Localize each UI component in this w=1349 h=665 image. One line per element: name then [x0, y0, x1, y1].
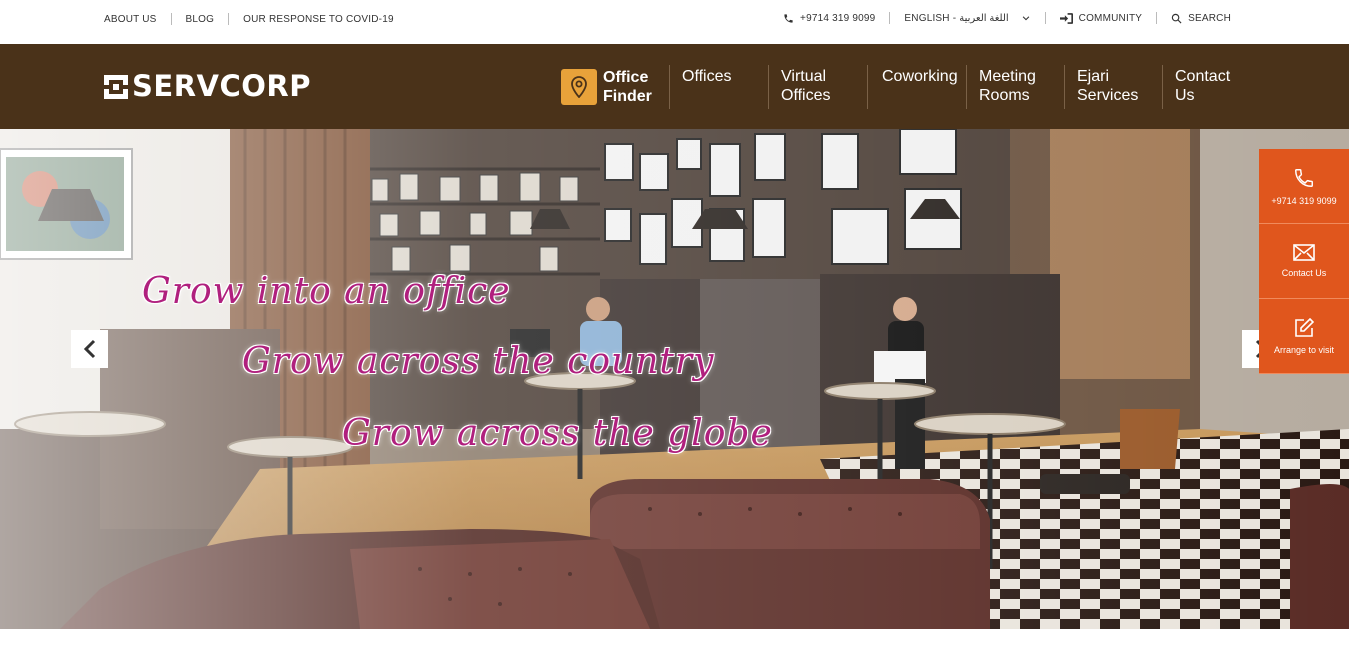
- phone-link[interactable]: +9714 319 9099: [783, 13, 875, 24]
- hero-headline-3: Grow across the globe: [342, 413, 773, 454]
- hero-headline-1: Grow into an office: [142, 271, 511, 312]
- search-icon: [1171, 13, 1182, 23]
- primary-nav: Office Finder Offices Virtual Offices Co…: [561, 65, 1243, 109]
- top-utility-bar: ABOUT US BLOG OUR RESPONSE TO COVID-19 +…: [0, 0, 1349, 44]
- phone-icon: [1295, 168, 1313, 187]
- community-link[interactable]: COMMUNITY: [1059, 12, 1143, 24]
- office-finder-label: Office Finder: [603, 69, 652, 105]
- nav-contact-us[interactable]: Contact Us: [1163, 65, 1243, 109]
- search-label: SEARCH: [1188, 12, 1231, 24]
- nav-ejari-services[interactable]: Ejari Services: [1065, 65, 1163, 109]
- main-navigation: SERVCORP Office Finder Offices Virtual O…: [0, 44, 1349, 129]
- servcorp-logo[interactable]: SERVCORP: [104, 72, 311, 101]
- divider: [1044, 12, 1046, 24]
- language-selector[interactable]: ENGLISH - اللغة العربية: [904, 13, 1030, 24]
- page-bottom-strip: [0, 629, 1349, 665]
- about-us-link[interactable]: ABOUT US: [104, 14, 157, 25]
- envelope-icon: [1293, 244, 1315, 261]
- office-finder-button[interactable]: Office Finder: [561, 65, 670, 109]
- side-contact-button[interactable]: Contact Us: [1259, 224, 1349, 299]
- chevron-left-icon: [83, 339, 95, 359]
- search-link[interactable]: SEARCH: [1171, 13, 1231, 24]
- covid-response-link[interactable]: OUR RESPONSE TO COVID-19: [243, 14, 394, 25]
- phone-number: +9714 319 9099: [800, 12, 876, 24]
- side-call-button[interactable]: +9714 319 9099: [1259, 149, 1349, 224]
- divider: [170, 13, 172, 25]
- slider-prev-button[interactable]: [71, 330, 108, 368]
- side-visit-button[interactable]: Arrange to visit: [1259, 299, 1349, 374]
- logo-text: SERVCORP: [132, 69, 311, 103]
- edit-icon: [1295, 317, 1314, 337]
- top-links-left: ABOUT US BLOG OUR RESPONSE TO COVID-19: [104, 13, 394, 25]
- nav-virtual-offices[interactable]: Virtual Offices: [769, 65, 868, 109]
- divider: [228, 13, 230, 25]
- side-action-panel: +9714 319 9099 Contact Us Arrange to vis…: [1259, 149, 1349, 374]
- side-visit-label: Arrange to visit: [1273, 344, 1335, 355]
- divider: [889, 12, 891, 24]
- blog-link[interactable]: BLOG: [186, 14, 215, 25]
- community-label: COMMUNITY: [1078, 12, 1143, 24]
- hero-headline-2: Grow across the country: [242, 341, 715, 382]
- sign-in-icon: [1059, 12, 1073, 24]
- side-phone-label: +9714 319 9099: [1271, 195, 1337, 206]
- map-pin-icon: [561, 69, 597, 105]
- logo-mark-icon: [104, 74, 128, 99]
- side-contact-label: Contact Us: [1281, 268, 1327, 278]
- hero-slider: Grow into an office Grow across the coun…: [0, 129, 1349, 629]
- nav-coworking[interactable]: Coworking: [868, 65, 967, 109]
- nav-offices[interactable]: Offices: [670, 65, 769, 109]
- chevron-down-icon: [1022, 16, 1029, 21]
- top-links-right: +9714 319 9099 ENGLISH - اللغة العربية C…: [783, 12, 1231, 24]
- divider: [1156, 12, 1158, 24]
- nav-meeting-rooms[interactable]: Meeting Rooms: [967, 65, 1065, 109]
- language-label: ENGLISH - اللغة العربية: [904, 12, 1009, 24]
- phone-icon: [784, 13, 793, 23]
